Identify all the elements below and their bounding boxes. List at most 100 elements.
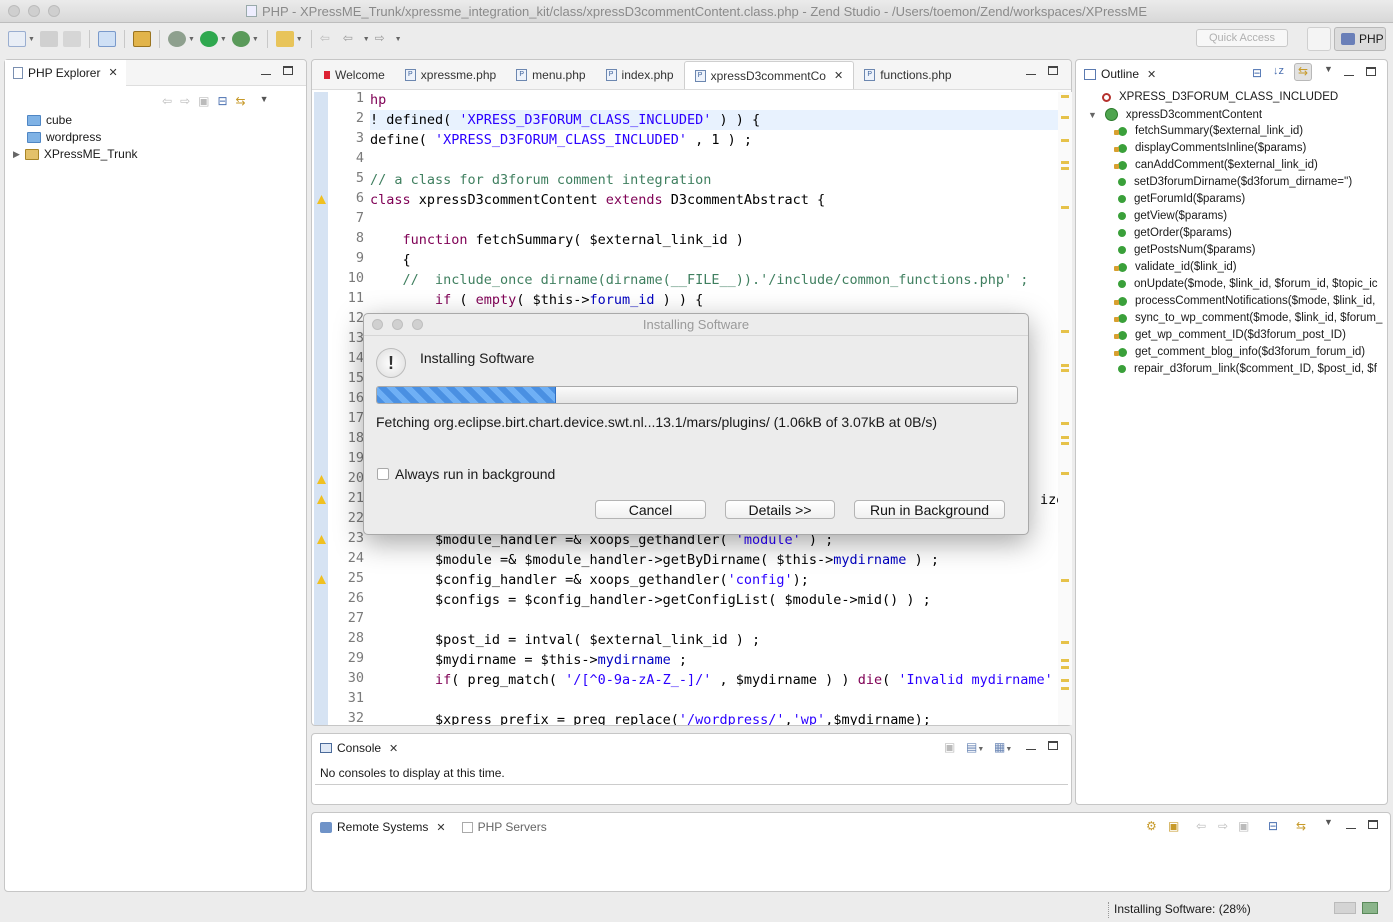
tab-outline[interactable]: Outline ✕	[1076, 61, 1164, 87]
close-icon[interactable]: ✕	[834, 69, 843, 82]
minimize-icon[interactable]	[1346, 820, 1356, 832]
zoom-window-button[interactable]	[48, 5, 60, 17]
back-icon[interactable]: ⇦	[320, 31, 338, 47]
forward-icon[interactable]: ⇨	[180, 94, 190, 108]
open-perspective-button[interactable]	[1307, 27, 1331, 51]
sort-icon[interactable]: ↓z	[1273, 65, 1284, 77]
outline-method[interactable]: getPostsNum($params)	[1118, 244, 1255, 256]
maximize-icon[interactable]	[1048, 741, 1058, 753]
debug-mode-icon[interactable]	[97, 31, 116, 47]
tree-item-wordpress[interactable]: wordpress	[27, 130, 101, 144]
tab-xpressme-php[interactable]: P xpressme.php	[395, 61, 506, 89]
outline-method[interactable]: canAddComment($external_link_id)	[1114, 159, 1318, 171]
collapse-all-icon[interactable]: ⊟	[217, 94, 227, 108]
save-icon[interactable]	[39, 31, 58, 47]
minimize-window-button[interactable]	[28, 5, 40, 17]
forward-icon[interactable]: ⇨	[375, 31, 393, 47]
forward-icon[interactable]: ⇨	[1218, 819, 1228, 833]
collapse-all-icon[interactable]: ⊟	[1268, 819, 1278, 833]
details-button[interactable]: Details >>	[725, 500, 835, 519]
tree-item-cube[interactable]: cube	[27, 113, 72, 127]
view-menu-icon[interactable]: ▼	[260, 94, 269, 108]
new-icon[interactable]	[8, 31, 26, 47]
tab-php-explorer[interactable]: PHP Explorer ✕	[5, 59, 126, 86]
run-in-background-button[interactable]: Run in Background	[854, 500, 1005, 519]
link-editor-icon[interactable]: ⇆	[1296, 819, 1306, 833]
outline-method[interactable]: processCommentNotifications($mode, $link…	[1114, 295, 1375, 307]
always-background-checkbox[interactable]: Always run in background	[377, 466, 555, 482]
close-icon[interactable]: ✕	[1147, 68, 1156, 81]
php-perspective-button[interactable]: PHP	[1334, 27, 1386, 51]
edit-icon[interactable]	[275, 31, 294, 47]
open-task-icon[interactable]	[132, 31, 151, 47]
dialog-zoom-button[interactable]	[412, 319, 423, 330]
tab-index-php[interactable]: P index.php	[596, 61, 684, 89]
debug-icon[interactable]	[167, 31, 186, 47]
close-icon[interactable]: ✕	[389, 742, 398, 755]
tab-menu-php[interactable]: P menu.php	[506, 61, 595, 89]
back-history-icon[interactable]: ⇦	[343, 31, 361, 47]
expand-arrow-icon[interactable]: ▼	[1088, 110, 1097, 120]
tab-console[interactable]: Console ✕	[312, 735, 406, 761]
dialog-minimize-button[interactable]	[392, 319, 403, 330]
run-icon[interactable]	[199, 31, 218, 47]
up-icon[interactable]: ▣	[1238, 819, 1249, 833]
maximize-icon[interactable]	[1366, 67, 1376, 79]
refresh-icon[interactable]: ▣	[1168, 819, 1179, 833]
close-icon[interactable]: ✕	[436, 821, 445, 834]
outline-method[interactable]: onUpdate($mode, $link_id, $forum_id, $to…	[1118, 278, 1378, 290]
outline-label: XPRESS_D3FORUM_CLASS_INCLUDED	[1119, 91, 1339, 103]
outline-method[interactable]: fetchSummary($external_link_id)	[1114, 125, 1303, 137]
close-window-button[interactable]	[8, 5, 20, 17]
outline-method[interactable]: validate_id($link_id)	[1114, 261, 1237, 273]
outline-method[interactable]: sync_to_wp_comment($mode, $link_id, $for…	[1114, 312, 1382, 324]
outline-method[interactable]: repair_d3forum_link($comment_ID, $post_i…	[1118, 363, 1377, 375]
tab-xpressd3commentcontent[interactable]: P xpressD3commentCo ✕	[683, 61, 855, 89]
tab-welcome[interactable]: Welcome	[314, 61, 395, 89]
maximize-icon[interactable]	[1048, 66, 1058, 78]
overview-ruler[interactable]	[1058, 92, 1072, 725]
minimize-icon[interactable]	[1026, 741, 1036, 753]
save-all-icon[interactable]	[62, 31, 81, 47]
new-connection-icon[interactable]: ⚙	[1146, 819, 1157, 833]
clear-console-icon[interactable]: ▣	[944, 740, 955, 754]
outline-method[interactable]: displayCommentsInline($params)	[1114, 142, 1306, 154]
outline-method[interactable]: getView($params)	[1118, 210, 1227, 222]
display-console-icon[interactable]: ▤▼	[966, 740, 984, 754]
view-menu-icon[interactable]: ▼	[1324, 817, 1333, 827]
outline-method[interactable]: setD3forumDirname($d3forum_dirname='')	[1118, 176, 1352, 188]
outline-method[interactable]: get_comment_blog_info($d3forum_forum_id)	[1114, 346, 1365, 358]
link-editor-icon[interactable]: ⇆	[1294, 63, 1312, 81]
tab-php-servers[interactable]: PHP Servers	[454, 814, 555, 840]
minimize-icon[interactable]	[261, 66, 271, 78]
up-icon[interactable]: ▣	[198, 94, 209, 108]
outline-method[interactable]: getForumId($params)	[1118, 193, 1245, 205]
tree-item-xpressme-trunk[interactable]: ▶ XPressME_Trunk	[13, 147, 138, 161]
maximize-icon[interactable]	[1368, 820, 1378, 832]
run-config-icon[interactable]	[231, 31, 250, 47]
collapse-all-icon[interactable]: ⊟	[1252, 66, 1262, 80]
line-number: 24	[347, 550, 364, 566]
checkbox-box[interactable]	[377, 468, 389, 480]
open-console-icon[interactable]: ▦▼	[994, 740, 1012, 754]
close-icon[interactable]: ✕	[108, 66, 117, 79]
back-icon[interactable]: ⇦	[162, 94, 172, 108]
minimize-icon[interactable]	[1026, 66, 1036, 78]
outline-method[interactable]: get_wp_comment_ID($d3forum_post_ID)	[1114, 329, 1346, 341]
quick-access-input[interactable]: Quick Access	[1196, 29, 1288, 47]
cancel-button[interactable]: Cancel	[595, 500, 706, 519]
progress-view-icon[interactable]	[1362, 902, 1378, 914]
outline-method[interactable]: getOrder($params)	[1118, 227, 1232, 239]
tab-functions-php[interactable]: P functions.php	[854, 61, 961, 89]
dialog-close-button[interactable]	[372, 319, 383, 330]
expand-arrow-icon[interactable]: ▶	[13, 149, 20, 160]
minimize-icon[interactable]	[1344, 67, 1354, 79]
back-icon[interactable]: ⇦	[1196, 819, 1206, 833]
tab-remote-systems[interactable]: Remote Systems ✕	[312, 814, 454, 840]
outline-class[interactable]: ▼ xpressD3commentContent	[1088, 108, 1262, 121]
view-menu-icon[interactable]: ▼	[1324, 64, 1333, 74]
maximize-icon[interactable]	[283, 66, 293, 78]
progress-mini-icon[interactable]	[1334, 902, 1356, 914]
link-editor-icon[interactable]: ⇆	[236, 94, 246, 108]
outline-constant[interactable]: XPRESS_D3FORUM_CLASS_INCLUDED	[1102, 91, 1338, 103]
